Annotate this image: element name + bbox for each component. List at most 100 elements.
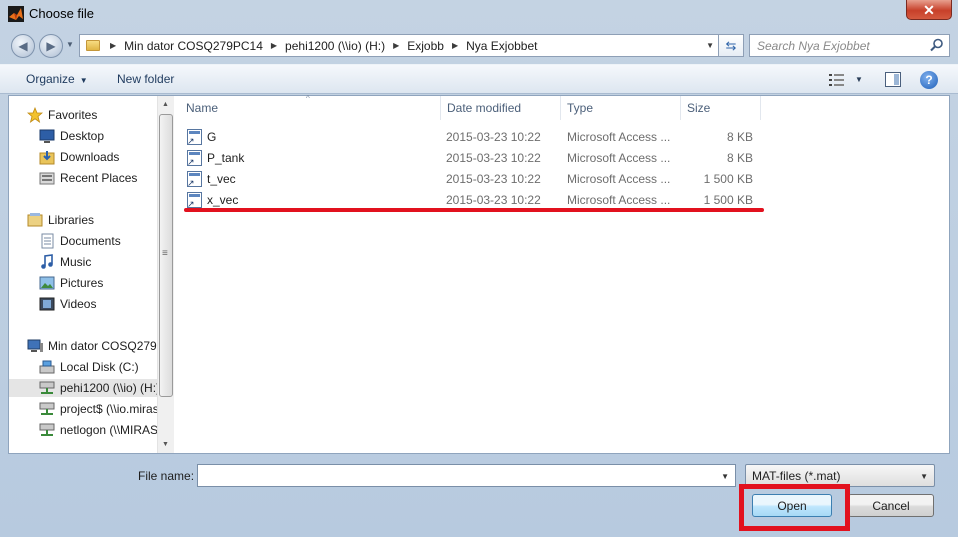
- libraries-icon: [27, 213, 43, 227]
- choose-file-dialog: Choose file ✕ ◀ ▶ ▼ ▶ Min dator COSQ279P…: [0, 0, 958, 537]
- nav-item-label: Desktop: [60, 129, 105, 143]
- organize-label: Organize: [26, 72, 75, 86]
- file-row-g[interactable]: G 2015-03-23 10:22 Microsoft Access ... …: [185, 127, 765, 147]
- mat-file-shortcut-icon: [187, 171, 202, 189]
- computer-icon: [27, 339, 43, 352]
- documents-icon: [41, 233, 54, 249]
- nav-favorites-label: Favorites: [48, 108, 98, 122]
- nav-item-label: project$ (\\io.mirasystem.net): [60, 402, 157, 416]
- network-drive-icon: [39, 381, 55, 394]
- nav-item-project-drive[interactable]: project$ (\\io.mirasystem.net): [39, 400, 157, 418]
- breadcrumb-nya-exjobbet[interactable]: Nya Exjobbet: [466, 39, 537, 53]
- matlab-icon: [8, 6, 24, 22]
- chevron-right-icon[interactable]: ▶: [110, 41, 116, 50]
- nav-item-recent-places[interactable]: Recent Places: [39, 169, 137, 187]
- search-icon[interactable]: [930, 38, 944, 52]
- local-disk-icon: [39, 360, 55, 374]
- file-type: Microsoft Access ...: [567, 151, 671, 165]
- chevron-right-icon[interactable]: ▶: [452, 41, 458, 50]
- breadcrumb-drive[interactable]: pehi1200 (\\io) (H:): [285, 39, 385, 53]
- nav-libraries-label: Libraries: [48, 213, 95, 227]
- nav-item-local-disk[interactable]: Local Disk (C:): [39, 358, 139, 376]
- nav-favorites[interactable]: Favorites: [27, 106, 97, 124]
- file-name: P_tank: [207, 151, 245, 165]
- breadcrumb-exjobb[interactable]: Exjobb: [407, 39, 444, 53]
- scrollbar-thumb[interactable]: [159, 114, 173, 397]
- file-name: G: [207, 130, 217, 144]
- organize-button[interactable]: Organize ▼: [26, 72, 88, 86]
- nav-item-netlogon-drive[interactable]: netlogon (\\MIRASYSTEM): [39, 421, 157, 439]
- change-view-icon[interactable]: [829, 73, 845, 87]
- forward-button[interactable]: ▶: [39, 34, 63, 58]
- column-divider[interactable]: [440, 96, 441, 120]
- search-box[interactable]: [749, 34, 950, 57]
- file-name: t_vec: [207, 172, 236, 186]
- file-size: 1 500 KB: [703, 193, 753, 207]
- column-header-date-modified[interactable]: Date modified: [447, 101, 521, 115]
- file-name-combobox[interactable]: ▼: [197, 464, 736, 487]
- file-name-input[interactable]: [198, 465, 714, 486]
- nav-libraries[interactable]: Libraries: [27, 211, 94, 229]
- red-box-annotation: [739, 484, 850, 531]
- column-header-type[interactable]: Type: [567, 101, 593, 115]
- nav-item-desktop[interactable]: Desktop: [39, 127, 104, 145]
- file-type: Microsoft Access ...: [567, 172, 671, 186]
- mat-file-shortcut-icon: [187, 192, 202, 210]
- file-type: Microsoft Access ...: [567, 130, 671, 144]
- new-folder-button[interactable]: New folder: [117, 72, 174, 86]
- navigation-pane-scrollbar[interactable]: ▲ ▼: [157, 96, 174, 453]
- address-history-dropdown-icon[interactable]: ▼: [706, 41, 714, 50]
- column-header-size[interactable]: Size: [687, 101, 710, 115]
- scroll-down-icon[interactable]: ▼: [162, 441, 169, 448]
- nav-item-music[interactable]: Music: [39, 253, 91, 271]
- column-divider[interactable]: [680, 96, 681, 120]
- help-icon[interactable]: ?: [920, 71, 938, 89]
- back-button[interactable]: ◀: [11, 34, 35, 58]
- nav-item-pictures[interactable]: Pictures: [39, 274, 103, 292]
- cancel-button[interactable]: Cancel: [848, 494, 934, 517]
- column-divider[interactable]: [760, 96, 761, 120]
- file-date-modified: 2015-03-23 10:22: [446, 151, 541, 165]
- arrow-left-icon: ◀: [18, 39, 28, 53]
- file-name-label: File name:: [138, 469, 195, 483]
- sort-ascending-icon: ^: [306, 94, 310, 103]
- scroll-up-icon[interactable]: ▲: [162, 101, 169, 108]
- folder-icon: [86, 40, 100, 51]
- file-date-modified: 2015-03-23 10:22: [446, 193, 541, 207]
- address-bar[interactable]: ▶ Min dator COSQ279PC14 ▶ pehi1200 (\\io…: [79, 34, 719, 57]
- network-drive-icon: [39, 402, 55, 415]
- file-list-header: ^ Name Date modified Type Size: [175, 94, 951, 120]
- chevron-down-icon: ▼: [79, 76, 88, 85]
- network-drive-icon: [39, 423, 55, 436]
- nav-item-downloads[interactable]: Downloads: [39, 148, 119, 166]
- file-row-x-vec[interactable]: x_vec 2015-03-23 10:22 Microsoft Access …: [185, 190, 765, 210]
- recent-locations-dropdown-icon[interactable]: ▼: [66, 40, 74, 49]
- nav-computer[interactable]: Min dator COSQ279PC14: [27, 337, 157, 355]
- navigation-pane: Favorites Desktop Downloads Recent Place…: [9, 96, 157, 453]
- refresh-button[interactable]: ⇆: [719, 34, 744, 57]
- breadcrumb-computer[interactable]: Min dator COSQ279PC14: [124, 39, 263, 53]
- chevron-right-icon[interactable]: ▶: [393, 41, 399, 50]
- nav-item-documents[interactable]: Documents: [39, 232, 121, 250]
- pictures-icon: [39, 276, 55, 290]
- preview-pane-icon[interactable]: [885, 72, 901, 87]
- file-row-t-vec[interactable]: t_vec 2015-03-23 10:22 Microsoft Access …: [185, 169, 765, 189]
- chevron-right-icon[interactable]: ▶: [271, 41, 277, 50]
- nav-item-label: Recent Places: [60, 171, 138, 185]
- column-divider[interactable]: [560, 96, 561, 120]
- window-title: Choose file: [29, 6, 95, 21]
- nav-item-label: Videos: [60, 297, 97, 311]
- nav-item-videos[interactable]: Videos: [39, 295, 96, 313]
- title-bar[interactable]: Choose file ✕: [0, 0, 958, 28]
- downloads-icon: [39, 151, 55, 165]
- videos-icon: [39, 297, 55, 311]
- close-button[interactable]: ✕: [906, 0, 952, 20]
- nav-item-label: pehi1200 (\\io) (H:): [60, 381, 157, 395]
- view-options-dropdown-icon[interactable]: ▼: [855, 75, 863, 84]
- nav-item-pehi1200-drive[interactable]: pehi1200 (\\io) (H:): [9, 379, 157, 397]
- file-row-p-tank[interactable]: P_tank 2015-03-23 10:22 Microsoft Access…: [185, 148, 765, 168]
- chevron-down-icon[interactable]: ▼: [920, 472, 928, 481]
- search-input[interactable]: [750, 35, 926, 56]
- chevron-down-icon[interactable]: ▼: [721, 472, 729, 481]
- column-header-name[interactable]: Name: [186, 101, 218, 115]
